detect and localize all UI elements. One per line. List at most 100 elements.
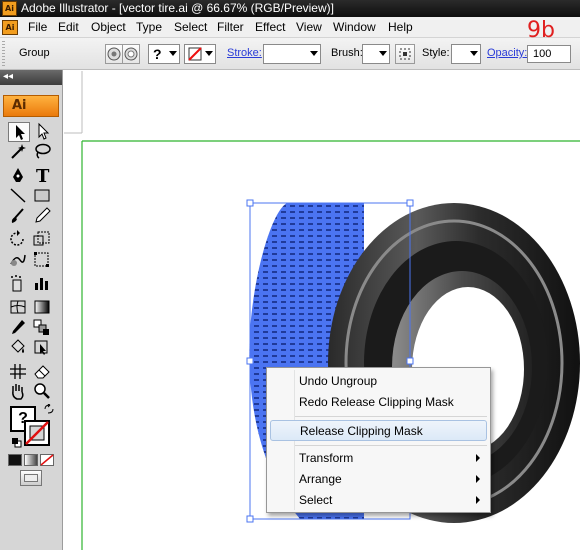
menu-object[interactable]: Object [91,19,126,36]
menu-item-label: Undo Ungroup [299,374,378,388]
warp-tool[interactable] [8,250,30,270]
rotate-icon [10,230,24,246]
pencil-tool[interactable] [32,206,54,226]
warp-icon [10,254,26,266]
gradient-tool[interactable] [32,298,54,318]
opacity-input[interactable]: 100 [527,45,571,63]
collapse-icon[interactable]: ◂◂ [3,71,13,83]
menu-filter[interactable]: Filter [217,19,244,36]
type-tool[interactable]: T [32,166,54,186]
control-bar-grip[interactable] [2,41,5,67]
isolate-icon [107,47,121,61]
stroke-swatch[interactable] [24,420,50,446]
selection-handle-mid-left[interactable] [246,357,254,365]
graphic-style-dropdown[interactable] [451,44,481,64]
none-mode-icon[interactable] [40,454,54,466]
zoom-tool[interactable] [32,382,54,402]
stroke-color-dropdown[interactable] [184,44,216,64]
color-mode-icon[interactable] [8,454,22,466]
menu-item-arrange[interactable]: Arrange [267,469,490,490]
menu-item-release-clipping-mask[interactable]: Release Clipping Mask [270,420,487,441]
blend-tool[interactable] [32,318,54,338]
live-paint-bucket-tool[interactable] [8,338,30,358]
brush-options-button[interactable] [395,44,415,64]
stroke-weight-arrow-icon [310,51,318,56]
selection-handle-mid-right[interactable] [406,357,414,365]
rotate-tool[interactable] [8,230,30,250]
lasso-tool[interactable] [32,142,54,162]
menu-window[interactable]: Window [333,19,376,36]
opacity-label[interactable]: Opacity: [487,47,527,60]
rectangle-icon [34,189,50,202]
control-bar: Group ? Stroke: Brush: Style: Opacity: [0,38,580,70]
slice-tool[interactable] [8,362,30,382]
window-title: Adobe Illustrator - [vector tire.ai @ 66… [21,1,334,15]
fill-dropdown[interactable]: ? [148,44,180,64]
eraser-icon [34,365,50,379]
menu-view[interactable]: View [296,19,322,36]
symbol-sprayer-tool[interactable] [8,274,30,294]
exit-isolation-icon [124,47,138,61]
hand-tool[interactable] [8,382,30,402]
isolate-group-button[interactable] [105,44,123,64]
free-transform-tool[interactable] [32,250,54,270]
menu-effect[interactable]: Effect [255,19,285,36]
selection-handle-bottom-left[interactable] [246,515,254,523]
brush-dropdown[interactable] [362,44,390,64]
live-paint-bucket-icon [11,339,25,353]
stroke-label[interactable]: Stroke: [227,47,262,60]
type-icon: T [36,166,50,184]
app-menu-icon[interactable]: Ai [2,20,18,35]
lasso-icon [35,143,51,159]
direct-selection-tool-icon [38,122,50,140]
scale-tool[interactable] [32,230,54,250]
tools-panel-header[interactable]: ◂◂ [0,70,62,85]
screen-mode-icon[interactable] [20,470,42,486]
submenu-arrow-icon [476,496,480,504]
menu-edit[interactable]: Edit [58,19,79,36]
magic-wand-tool[interactable] [8,142,30,162]
selection-handle-top-left[interactable] [246,199,254,207]
mesh-tool[interactable] [8,298,30,318]
gradient-mode-icon[interactable] [24,454,38,466]
selection-handle-top-right[interactable] [406,199,414,207]
eraser-tool[interactable] [32,362,54,382]
pen-tool[interactable] [8,166,30,186]
paintbrush-tool[interactable] [8,206,30,226]
magic-wand-icon [11,144,26,159]
fill-unknown-glyph: ? [153,46,162,62]
menu-file[interactable]: File [28,19,47,36]
menu-item-label: Transform [299,451,354,465]
swap-icon[interactable] [44,404,54,414]
menu-item-undo-ungroup[interactable]: Undo Ungroup [267,371,490,392]
line-segment-tool[interactable] [8,186,30,206]
live-paint-selection-icon [34,340,48,355]
rectangle-tool[interactable] [32,186,54,206]
menu-type[interactable]: Type [136,19,162,36]
menu-help[interactable]: Help [388,19,413,36]
menu-item-transform[interactable]: Transform [267,448,490,469]
menu-select[interactable]: Select [174,19,207,36]
zoom-icon [34,383,50,399]
step-annotation: 9b [527,18,555,43]
live-paint-selection-tool[interactable] [32,338,54,358]
exit-isolation-button[interactable] [122,44,140,64]
direct-selection-tool[interactable] [32,122,54,142]
stroke-weight-dropdown[interactable] [263,44,321,64]
free-transform-icon [34,252,49,267]
pencil-icon [35,207,51,223]
fill-stroke-swatch-icon[interactable]: ? [8,404,54,450]
selection-tool[interactable] [8,122,30,142]
menu-item-select[interactable]: Select [267,490,490,511]
blend-icon [33,319,49,335]
eyedropper-tool[interactable] [8,318,30,338]
submenu-arrow-icon [476,454,480,462]
symbol-sprayer-icon [11,275,22,292]
column-graph-tool[interactable] [32,274,54,294]
brush-label: Brush: [331,47,363,59]
default-colors-icon[interactable] [12,438,22,448]
menu-separator [295,445,487,446]
menu-item-redo-release-clipping-mask[interactable]: Redo Release Clipping Mask [267,392,490,413]
app-icon: Ai [2,1,17,16]
fill-dropdown-arrow-icon [169,51,177,56]
